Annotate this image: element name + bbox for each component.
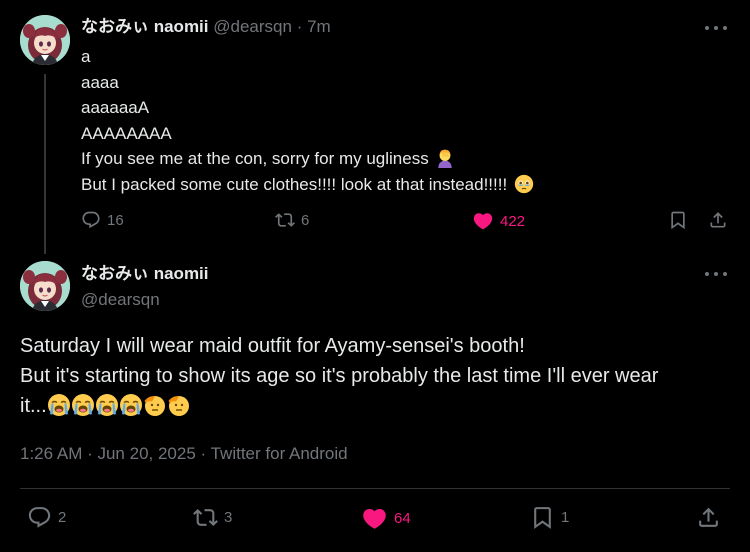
bookmark-icon	[668, 210, 688, 230]
meta-separator: ·	[296, 17, 303, 36]
action-bar-divider	[20, 488, 730, 489]
reply-text-line: a	[81, 47, 91, 66]
reply-text-line-content: But I packed some cute clothes!!!! look …	[81, 174, 508, 194]
main-author-name-row: なおみぃ naomii	[81, 264, 209, 284]
reply-text-line: AAAAAAAA	[81, 123, 172, 143]
main-tweet-text: Saturday I will wear maid outfit for Aya…	[20, 331, 740, 421]
reply-like-button[interactable]: 422	[472, 210, 525, 232]
reply-tweet-text: a aaaa aaaaaaA AAAAAAAA If you see me at…	[81, 44, 534, 197]
main-like-button[interactable]: 64	[361, 505, 411, 532]
repost-count: 6	[301, 211, 310, 229]
reply-text-line-content: If you see me at the con, sorry for my u…	[81, 149, 429, 168]
heart-filled-icon	[361, 505, 388, 532]
reply-time-ago[interactable]: 7m	[307, 17, 331, 36]
loudly-crying-face-emoji	[95, 393, 119, 417]
person-facepalming-emoji	[435, 148, 455, 168]
main-timestamp-row: 1:26 AM · Jun 20, 2025 · Twitter for And…	[20, 444, 348, 464]
reply-author-row: なおみぃ naomii @dearsqn · 7m	[81, 17, 331, 37]
main-text-line: it...	[20, 391, 740, 421]
loudly-crying-face-emoji	[47, 393, 71, 417]
share-icon	[708, 210, 728, 230]
main-text-line: Saturday I will wear maid outfit for Aya…	[20, 335, 525, 357]
reply-text-line: If you see me at the con, sorry for my u…	[81, 146, 534, 172]
reply-text-line: But I packed some cute clothes!!!! look …	[81, 172, 534, 198]
reply-author-handle[interactable]: @dearsqn	[213, 17, 292, 36]
reply-text-line: aaaa	[81, 72, 119, 92]
repost-icon	[193, 505, 218, 530]
saluting-face-emoji	[143, 393, 167, 417]
heart-filled-icon	[472, 210, 494, 232]
source-separator: ·	[195, 444, 211, 463]
main-reply-button[interactable]: 2	[27, 505, 66, 530]
share-icon	[696, 505, 721, 530]
main-author-avatar[interactable]	[20, 261, 70, 311]
reply-author-name[interactable]: なおみぃ naomii	[81, 17, 209, 36]
avatar-image	[20, 15, 70, 65]
repost-icon	[275, 210, 295, 230]
repost-count: 3	[224, 509, 233, 526]
reply-count: 2	[58, 509, 67, 526]
reply-share-button[interactable]	[708, 210, 728, 230]
face-holding-back-tears-emoji	[514, 174, 534, 194]
main-more-icon[interactable]	[705, 268, 727, 280]
reply-bookmark-button[interactable]	[668, 210, 688, 230]
avatar-image	[20, 261, 70, 311]
reply-more-icon[interactable]	[705, 22, 727, 34]
main-text-line: But it's starting to show its age so it'…	[20, 365, 659, 387]
reply-reply-button[interactable]: 16	[81, 210, 124, 230]
main-author-name[interactable]: なおみぃ naomii	[81, 264, 209, 283]
like-count: 422	[500, 212, 526, 230]
reply-text-line: aaaaaaA	[81, 98, 150, 117]
main-timestamp-link[interactable]: 1:26 AM · Jun 20, 2025	[20, 444, 196, 463]
loudly-crying-face-emoji	[71, 393, 95, 417]
reply-author-avatar[interactable]	[20, 15, 70, 65]
like-count: 64	[394, 510, 411, 527]
main-repost-button[interactable]: 3	[193, 505, 232, 530]
main-author-handle[interactable]: @dearsqn	[81, 290, 160, 309]
main-text-line-content: it...	[20, 395, 47, 417]
bookmark-icon	[530, 505, 555, 530]
reply-count: 16	[107, 211, 124, 229]
main-bookmark-button[interactable]: 1	[530, 505, 569, 530]
reply-repost-button[interactable]: 6	[275, 210, 309, 230]
reply-icon	[81, 210, 101, 230]
bookmark-count: 1	[561, 509, 570, 526]
saluting-face-emoji	[167, 393, 191, 417]
main-share-button[interactable]	[696, 505, 721, 530]
thread-connector-line	[44, 74, 46, 254]
loudly-crying-face-emoji	[119, 393, 143, 417]
main-author-handle-row: @dearsqn	[81, 290, 160, 310]
main-source-link[interactable]: Twitter for Android	[211, 444, 348, 463]
reply-icon	[27, 505, 52, 530]
